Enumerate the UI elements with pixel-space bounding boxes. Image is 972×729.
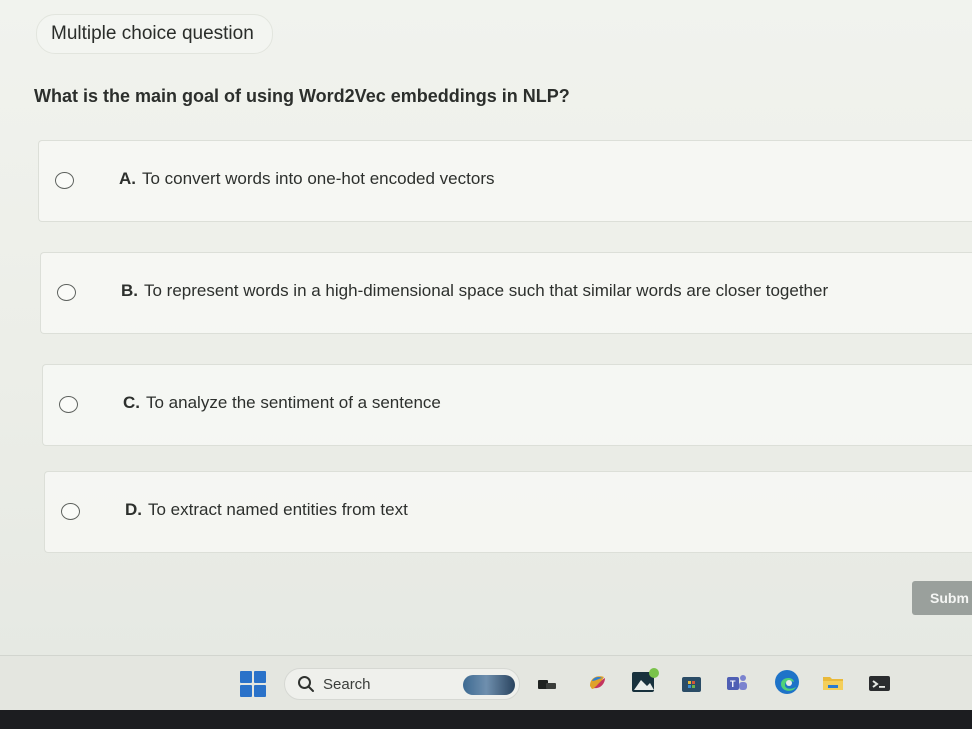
search-icon	[298, 676, 314, 692]
radio-button-b[interactable]	[57, 284, 76, 301]
svg-text:T: T	[730, 679, 736, 689]
option-text: To convert words into one-hot encoded ve…	[142, 169, 495, 188]
search-label: Search	[323, 676, 371, 693]
quiz-page: Multiple choice question What is the mai…	[0, 0, 972, 655]
option-c-label: C. To analyze the sentiment of a sentence	[123, 393, 441, 413]
submit-button[interactable]: Subm	[912, 581, 972, 615]
teams-icon[interactable]: T	[724, 669, 750, 695]
windows-start-icon[interactable]	[240, 671, 266, 697]
answer-option-b[interactable]: B. To represent words in a high-dimension…	[40, 252, 972, 334]
answer-option-a[interactable]: A. To convert words into one-hot encoded …	[38, 140, 972, 222]
option-b-label: B. To represent words in a high-dimension…	[121, 281, 828, 301]
radio-button-c[interactable]	[59, 396, 78, 413]
option-text: To analyze the sentiment of a sentence	[146, 393, 441, 412]
copilot-icon[interactable]	[584, 669, 610, 695]
screen-bezel	[0, 710, 972, 729]
file-explorer-icon[interactable]	[820, 669, 846, 695]
option-letter: A.	[119, 169, 136, 188]
option-letter: B.	[121, 281, 138, 300]
edge-browser-icon[interactable]	[772, 667, 802, 697]
option-letter: C.	[123, 393, 140, 412]
answer-option-c[interactable]: C. To analyze the sentiment of a sentence	[42, 364, 972, 446]
taskbar-search-box[interactable]: Search	[284, 668, 520, 700]
terminal-icon[interactable]	[866, 669, 892, 695]
windows-taskbar: Search T	[0, 655, 972, 711]
widgets-icon[interactable]	[463, 675, 515, 695]
answer-option-d[interactable]: D. To extract named entities from text	[44, 471, 972, 553]
photos-icon[interactable]	[630, 666, 660, 696]
question-type-label: Multiple choice question	[36, 14, 273, 54]
option-text: To extract named entities from text	[148, 500, 408, 519]
radio-button-a[interactable]	[55, 172, 74, 189]
option-a-label: A. To convert words into one-hot encoded …	[119, 169, 494, 189]
question-text: What is the main goal of using Word2Vec …	[34, 86, 570, 106]
store-icon[interactable]	[678, 669, 704, 695]
task-view-icon[interactable]	[534, 669, 560, 695]
radio-button-d[interactable]	[61, 503, 80, 520]
option-text: To represent words in a high-dimensional…	[144, 281, 829, 300]
option-d-label: D. To extract named entities from text	[125, 500, 408, 520]
option-letter: D.	[125, 500, 142, 519]
